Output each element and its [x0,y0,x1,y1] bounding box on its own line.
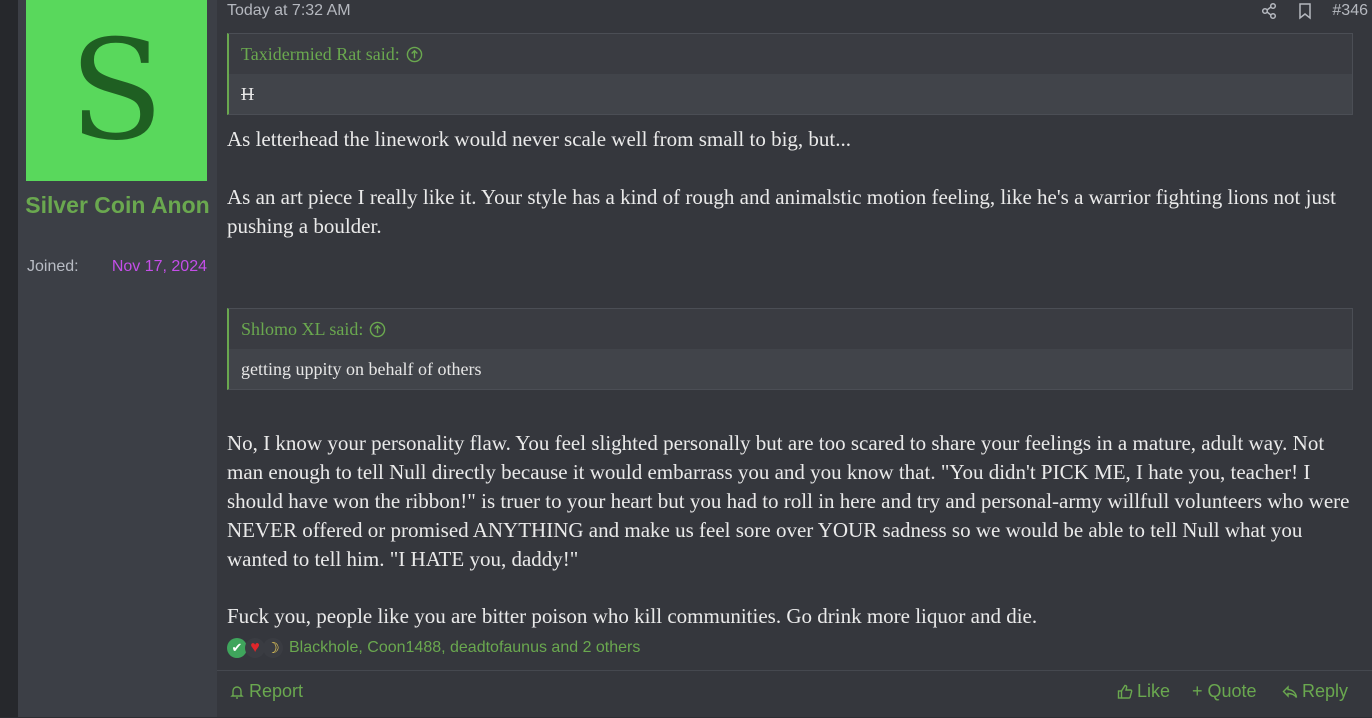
check-reaction-icon: ✔ [227,638,247,658]
quote-block: Taxidermied Rat said: H [227,33,1353,115]
quote-text: getting uppity on behalf of others [241,359,482,379]
report-button[interactable]: Report [229,681,303,702]
quote-block: Shlomo XL said: getting uppity on behalf… [227,308,1353,390]
post-date-link[interactable]: Today at 7:32 AM [227,2,351,20]
reply-label: Reply [1302,681,1349,701]
quote-label: + Quote [1192,681,1257,701]
quote-author[interactable]: Shlomo XL said: [241,309,363,349]
user-sidebar: S Silver Coin Anon Joined: Nov 17, 2024 [18,0,217,717]
reactors-list[interactable]: Blackhole, Coon1488, deadtofaunus and 2 … [289,639,640,657]
quote-header[interactable]: Shlomo XL said: [229,309,1352,349]
reply-button[interactable]: Reply [1282,681,1348,702]
bookmark-icon[interactable] [1296,2,1314,20]
reactions-bar: ✔ ♥ ☽ Blackhole, Coon1488, deadtofaunus … [227,638,640,658]
post-paragraph: No, I know your personality flaw. You fe… [227,431,1350,571]
moon-reaction-icon: ☽ [263,638,283,658]
post-footer: Report Like + Quote Reply [217,670,1372,718]
reaction-icons[interactable]: ✔ ♥ ☽ [227,638,283,658]
quote-content: getting uppity on behalf of others [229,349,1352,389]
avatar[interactable]: S [26,0,207,181]
quote-text: H [241,84,254,104]
post-paragraph: Fuck you, people like you are bitter poi… [227,604,1038,628]
post-paragraph: As an art piece I really like it. Your s… [227,185,1336,238]
arrow-up-circle-icon[interactable] [406,46,423,63]
heart-reaction-icon: ♥ [245,638,265,658]
post-paragraph: As letterhead the linework would never s… [227,127,852,151]
username-link[interactable]: Silver Coin Anon [18,189,217,221]
quote-author[interactable]: Taxidermied Rat said: [241,34,400,74]
forum-post: S Silver Coin Anon Joined: Nov 17, 2024 … [18,0,1372,717]
bell-icon [230,685,244,699]
quote-content: H [229,74,1352,114]
reply-icon [1282,684,1298,698]
like-button[interactable]: Like [1117,681,1170,702]
report-label: Report [249,681,304,701]
joined-info: Joined: Nov 17, 2024 [27,258,207,276]
post-number-link[interactable]: #346 [1332,2,1368,20]
share-icon[interactable] [1260,2,1278,20]
joined-date: Nov 17, 2024 [111,258,207,275]
quote-button[interactable]: + Quote [1192,681,1257,702]
like-label: Like [1137,681,1171,701]
joined-label: Joined: [27,258,79,275]
thumbs-up-icon [1117,684,1133,699]
arrow-up-circle-icon[interactable] [369,321,386,338]
quote-header[interactable]: Taxidermied Rat said: [229,34,1352,74]
post-tools: #346 [1260,2,1368,20]
post-main: Today at 7:32 AM #346 Taxidermied Rat sa… [217,0,1372,717]
page-gutter [0,0,18,717]
